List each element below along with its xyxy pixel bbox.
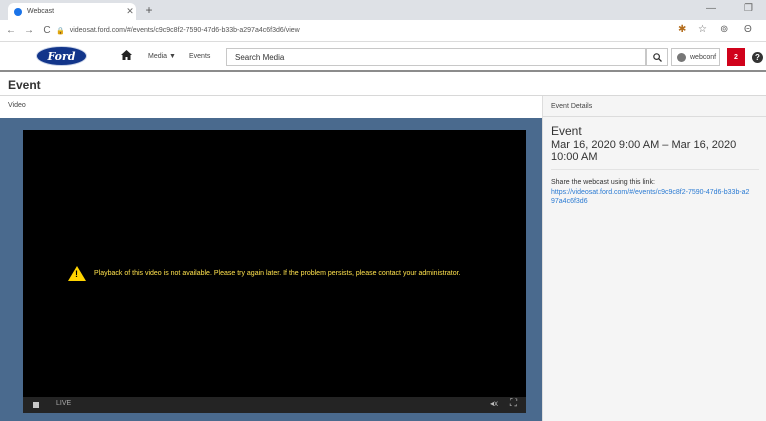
- nav-media-menu[interactable]: Media ▼: [148, 53, 176, 60]
- user-menu-button[interactable]: webconf: [671, 48, 720, 66]
- warning-icon: !: [68, 266, 86, 281]
- mute-icon[interactable]: ◂x: [490, 399, 498, 408]
- event-time: Mar 16, 2020 9:00 AM – Mar 16, 2020 10:0…: [551, 139, 737, 163]
- tab-close-icon[interactable]: ✕: [124, 6, 136, 17]
- profile-icon[interactable]: Θ: [744, 24, 752, 35]
- playback-error-text: Playback of this video is not available.…: [94, 270, 461, 277]
- live-indicator: LIVE: [56, 400, 72, 407]
- search-button[interactable]: [646, 48, 668, 66]
- stop-button[interactable]: [33, 402, 39, 408]
- app-header: Ford Media ▼ Events webconf 2 ?: [0, 43, 766, 72]
- event-divider: [551, 169, 759, 170]
- address-bar[interactable]: 🔒 videosat.ford.com/#/events/c9c9c8f2-75…: [56, 22, 696, 39]
- share-label: Share the webcast using this link:: [551, 179, 655, 186]
- bookmark-star-icon[interactable]: ☆: [698, 24, 707, 35]
- nav-events-link[interactable]: Events: [189, 53, 210, 60]
- extension-icon[interactable]: ✱: [678, 24, 686, 35]
- back-icon[interactable]: ←: [4, 25, 18, 36]
- browser-tab[interactable]: Webcast ✕: [8, 3, 136, 20]
- browser-toolbar: ← → C 🔒 videosat.ford.com/#/events/c9c9c…: [0, 20, 766, 42]
- search-icon: [652, 52, 662, 62]
- browser-tab-bar: Webcast ✕ + — ❐: [0, 0, 766, 20]
- event-details-header: Event Details: [551, 103, 593, 110]
- new-tab-button[interactable]: +: [142, 3, 156, 17]
- ford-logo[interactable]: Ford: [36, 46, 87, 66]
- video-player[interactable]: ! Playback of this video is not availabl…: [23, 130, 526, 413]
- search-input[interactable]: [226, 48, 646, 66]
- user-name: webconf: [690, 53, 717, 61]
- minimize-icon[interactable]: —: [706, 3, 716, 14]
- share-link[interactable]: https://videosat.ford.com/#/events/c9c9c…: [551, 188, 751, 206]
- avatar-icon: [677, 52, 686, 62]
- lock-icon: 🔒: [56, 27, 65, 35]
- help-icon[interactable]: ?: [752, 52, 763, 63]
- url-text: videosat.ford.com/#/events/c9c9c8f2-7590…: [69, 27, 300, 34]
- settings-icon[interactable]: ⊚: [720, 24, 728, 35]
- video-section-label: Video: [8, 102, 26, 109]
- player-control-bar: LIVE ◂x ⛶: [23, 397, 526, 413]
- reload-icon[interactable]: C: [40, 25, 54, 36]
- tab-title: Webcast: [27, 8, 55, 15]
- tab-favicon-icon: [14, 7, 22, 16]
- playback-error: ! Playback of this video is not availabl…: [68, 266, 461, 281]
- notification-badge[interactable]: 2: [727, 48, 745, 66]
- event-details-panel: Event Details Event Mar 16, 2020 9:00 AM…: [542, 96, 766, 421]
- maximize-icon[interactable]: ❐: [744, 3, 753, 14]
- fullscreen-icon[interactable]: ⛶: [510, 398, 517, 409]
- details-divider: [543, 116, 766, 117]
- forward-icon[interactable]: →: [22, 25, 36, 36]
- page-title: Event: [8, 78, 41, 92]
- home-icon[interactable]: [121, 50, 132, 63]
- event-name: Event: [551, 124, 582, 138]
